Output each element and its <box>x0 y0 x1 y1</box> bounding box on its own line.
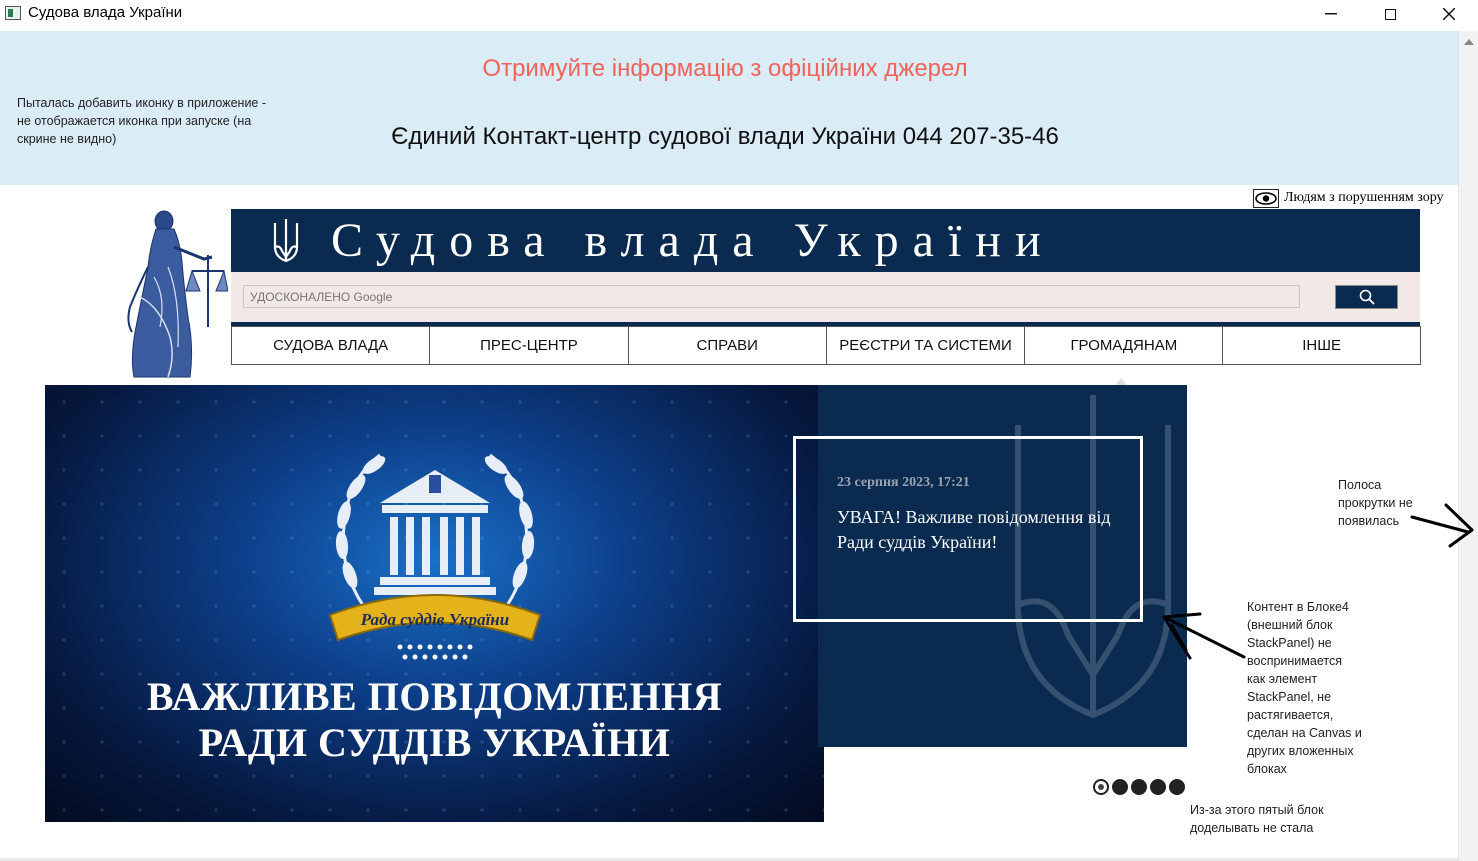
nav-item-other[interactable]: ІНШЕ <box>1222 326 1421 365</box>
search-button[interactable] <box>1335 285 1398 309</box>
news-card[interactable]: 23 серпня 2023, 17:21 УВАГА! Важливе пов… <box>793 436 1143 622</box>
scroll-up-arrow-icon <box>1464 39 1474 45</box>
site-title: Судова влада України <box>331 214 1055 267</box>
carousel-indicators <box>1093 779 1185 795</box>
accessibility-label: Людям з порушенням зору <box>1284 190 1444 205</box>
emblem-ribbon-text: Рада суддів України <box>360 610 509 629</box>
carousel-dot-3[interactable] <box>1131 779 1147 795</box>
carousel-dot-5[interactable] <box>1169 779 1185 795</box>
nav-item-citizens[interactable]: ГРОМАДЯНАМ <box>1024 326 1223 365</box>
window-titlebar: Судова влада України <box>0 0 1478 31</box>
trident-icon <box>273 219 299 263</box>
window-right-edge <box>1458 31 1478 861</box>
search-input[interactable] <box>243 285 1300 308</box>
annotation-icon-note: Пыталась добавить иконку в приложение - … <box>17 96 267 146</box>
themis-statue-logo <box>127 210 228 378</box>
hero-banner-image[interactable]: Рада суддів України ВАЖЛИВЕ ПОВІДОМЛЕННЯ… <box>45 385 824 822</box>
annotation-scrollbar: Полоса прокрутки не появилась <box>1338 478 1413 528</box>
close-icon <box>1443 8 1455 20</box>
nav-item-cases[interactable]: СПРАВИ <box>627 326 826 365</box>
nav-item-judiciary[interactable]: СУДОВА ВЛАДА <box>231 326 430 365</box>
maximize-icon <box>1384 8 1396 20</box>
maximize-button[interactable] <box>1361 0 1419 28</box>
annotation-block4: Контент в Блоке4 (внешний блок StackPane… <box>1247 600 1362 776</box>
accessibility-link[interactable]: Людям з порушенням зору <box>1253 188 1444 208</box>
search-icon <box>1359 289 1375 305</box>
nav-item-press-center[interactable]: ПРЕС-ЦЕНТР <box>429 326 628 365</box>
minimize-icon <box>1325 13 1337 15</box>
window-title: Судова влада України <box>28 4 183 21</box>
carousel-dot-4[interactable] <box>1150 779 1166 795</box>
search-bar <box>231 272 1420 322</box>
carousel-dot-2[interactable] <box>1112 779 1128 795</box>
info-banner: Отримуйте інформацію з офіційних джерел … <box>0 31 1458 185</box>
minimize-button[interactable] <box>1302 0 1360 28</box>
annotation-fifth-block: Из-за этого пятый блок доделывать не ста… <box>1190 803 1324 835</box>
nav-caret-icon <box>1115 378 1127 385</box>
news-headline[interactable]: УВАГА! Важливе повідомлення від Ради суд… <box>837 505 1127 555</box>
hero-heading-line1: ВАЖЛИВЕ ПОВІДОМЛЕННЯ <box>146 674 723 719</box>
carousel-dot-1[interactable] <box>1093 779 1109 795</box>
site-header: Судова влада України <box>231 209 1420 272</box>
banner-title: Отримуйте інформацію з офіційних джерел <box>482 55 968 82</box>
close-button[interactable] <box>1420 0 1478 28</box>
news-date: 23 серпня 2023, 17:21 <box>837 475 970 490</box>
nav-item-registries[interactable]: РЕЄСТРИ ТА СИСТЕМИ <box>825 326 1025 365</box>
hero-heading-line2: РАДИ СУДДІВ УКРАЇНИ <box>198 720 671 765</box>
app-icon <box>5 6 21 20</box>
council-of-judges-emblem: Рада суддів України <box>328 453 542 660</box>
eye-icon <box>1253 188 1279 208</box>
main-nav: СУДОВА ВЛАДА ПРЕС-ЦЕНТР СПРАВИ РЕЄСТРИ Т… <box>231 326 1421 365</box>
